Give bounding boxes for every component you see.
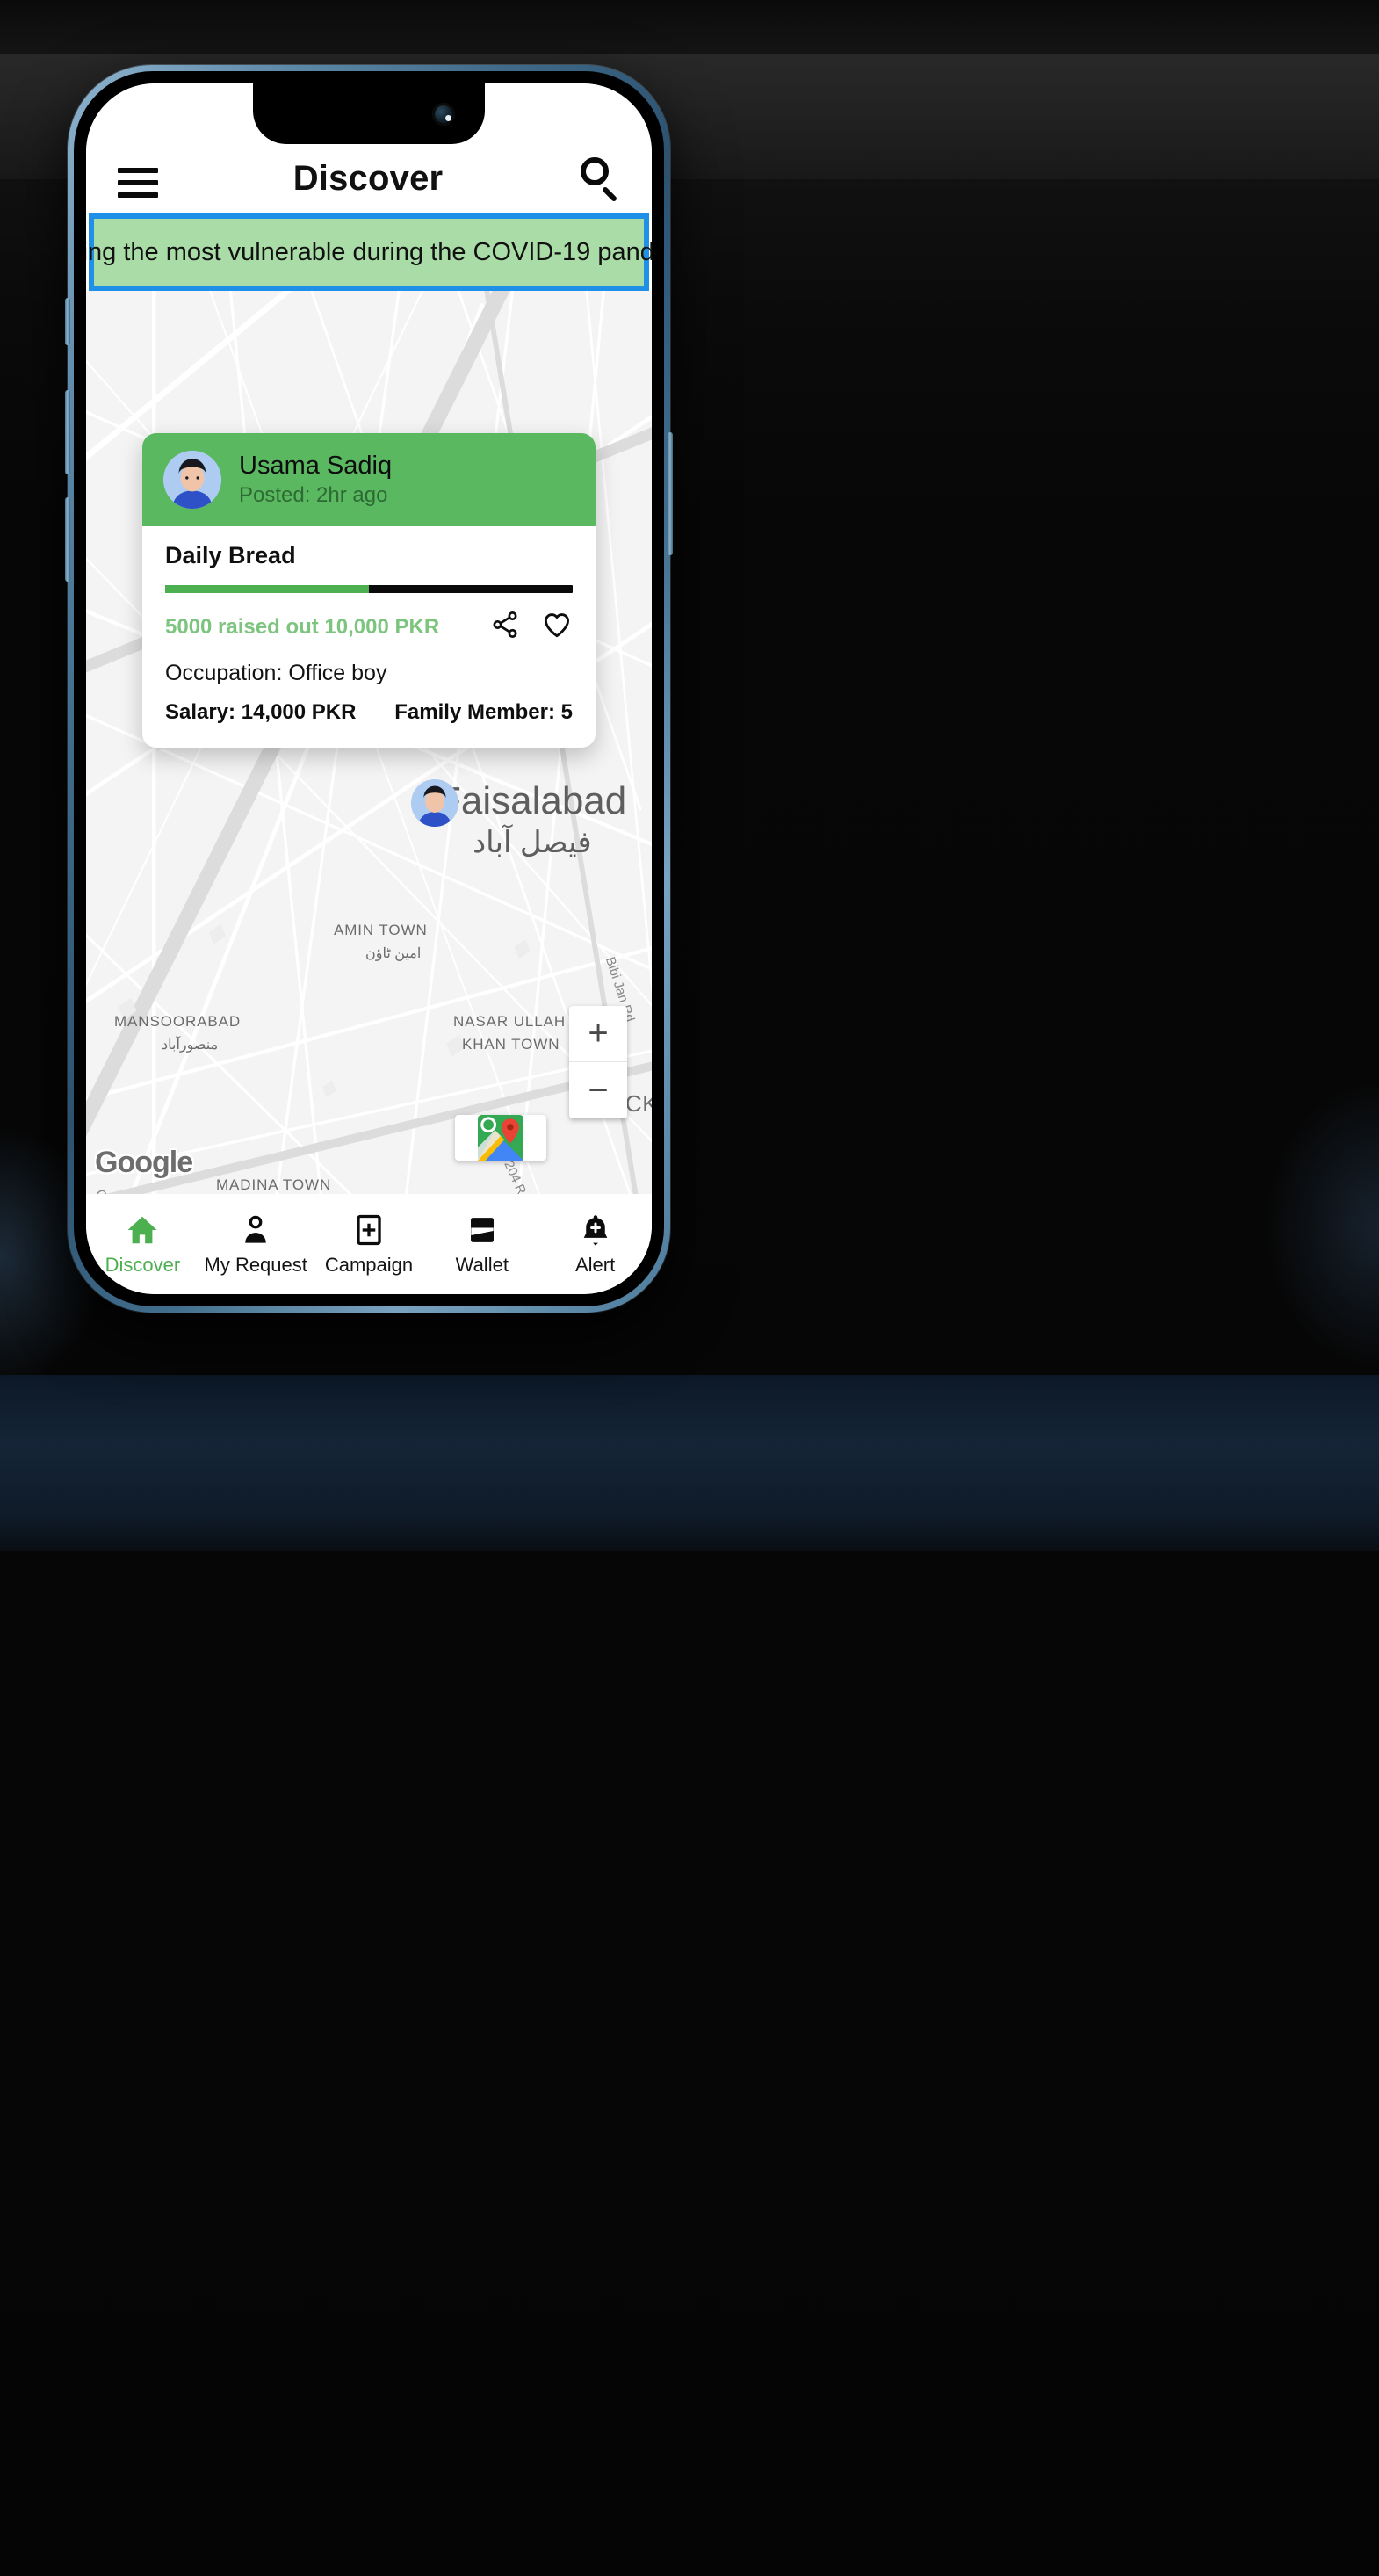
map-label: منصورآباد (162, 1038, 219, 1053)
zoom-out-button[interactable]: − (569, 1062, 627, 1118)
page-title: Discover (292, 159, 444, 198)
right-glow (1265, 1081, 1379, 1371)
nav-item-my-request[interactable]: My Request (199, 1212, 313, 1277)
heart-icon[interactable] (541, 609, 573, 645)
share-icon[interactable] (490, 610, 520, 644)
map-label: MANSOORABAD (114, 1013, 242, 1030)
map-action-buttons (455, 1115, 546, 1161)
google-attribution: Google (95, 1146, 193, 1179)
zoom-in-button[interactable]: + (569, 1006, 627, 1062)
avatar (163, 451, 221, 509)
request-card[interactable]: Usama Sadiq Posted: 2hr ago Daily Bread … (142, 433, 596, 748)
map-label: AMIN TOWN (334, 922, 428, 938)
phone-bezel: Discover Helping the most vulnerable dur… (74, 71, 664, 1306)
volume-down-button[interactable] (65, 497, 70, 582)
map-label: امین ٹاؤن (365, 946, 422, 961)
power-button[interactable] (668, 432, 673, 555)
add-box-icon (352, 1212, 386, 1247)
map-label: Faisalabad (437, 779, 627, 822)
map-label: MADINA TOWN (216, 1176, 332, 1193)
front-camera-icon (432, 102, 455, 126)
person-icon (239, 1212, 272, 1247)
volume-up-button[interactable] (65, 390, 70, 474)
nav-item-alert[interactable]: Alert (538, 1212, 652, 1277)
amount-raised: 5000 raised out 10,000 PKR (165, 614, 440, 639)
raised-row: 5000 raised out 10,000 PKR (165, 609, 573, 645)
wallet-icon (466, 1212, 499, 1247)
search-icon[interactable] (578, 156, 620, 203)
phone-screen: Discover Helping the most vulnerable dur… (86, 83, 652, 1294)
bottom-navigation: Discover My Request Campaign Wallet Aler… (86, 1194, 652, 1294)
poster-info: Usama Sadiq Posted: 2hr ago (239, 451, 392, 508)
request-title: Daily Bread (165, 542, 296, 568)
family-members: Family Member: 5 (394, 700, 573, 724)
nav-label: Wallet (455, 1254, 509, 1276)
nav-label: My Request (204, 1254, 307, 1276)
bell-add-icon (579, 1212, 612, 1247)
nav-label: Discover (105, 1254, 181, 1276)
home-icon (126, 1212, 159, 1247)
notch (253, 83, 485, 144)
poster-name: Usama Sadiq (239, 452, 393, 481)
map-pin-avatar-center[interactable] (411, 779, 458, 827)
request-card-body: Daily Bread 5000 raised out 10,000 PKR O… (142, 526, 596, 748)
progress-bar (165, 585, 573, 593)
nav-item-wallet[interactable]: Wallet (425, 1212, 538, 1277)
progress-bar-fill (165, 585, 369, 593)
request-card-header: Usama Sadiq Posted: 2hr ago (142, 433, 596, 526)
silent-switch[interactable] (65, 298, 70, 345)
hamburger-menu-icon[interactable] (118, 168, 158, 198)
nav-item-campaign[interactable]: Campaign (313, 1212, 426, 1277)
map-label: KHAN TOWN (462, 1036, 560, 1053)
covid-banner-text: Helping the most vulnerable during the C… (86, 237, 652, 266)
map-label: فیصل آباد (473, 826, 592, 859)
posted-time: Posted: 2hr ago (239, 482, 388, 507)
salary: Salary: 14,000 PKR (165, 700, 357, 724)
google-maps-icon[interactable] (478, 1115, 546, 1161)
card-actions (490, 609, 573, 645)
nav-label: Campaign (324, 1254, 414, 1276)
covid-banner: Helping the most vulnerable during the C… (86, 213, 652, 291)
map-zoom-controls: + − (569, 1006, 627, 1118)
nav-item-discover[interactable]: Discover (86, 1212, 199, 1277)
map-label: NASAR ULLAH (453, 1013, 566, 1030)
phone-device: Discover Helping the most vulnerable dur… (65, 65, 673, 1313)
occupation: Occupation: Office boy (165, 661, 387, 685)
nav-label: Alert (574, 1254, 616, 1276)
meta-row: Salary: 14,000 PKR Family Member: 5 (165, 700, 573, 725)
